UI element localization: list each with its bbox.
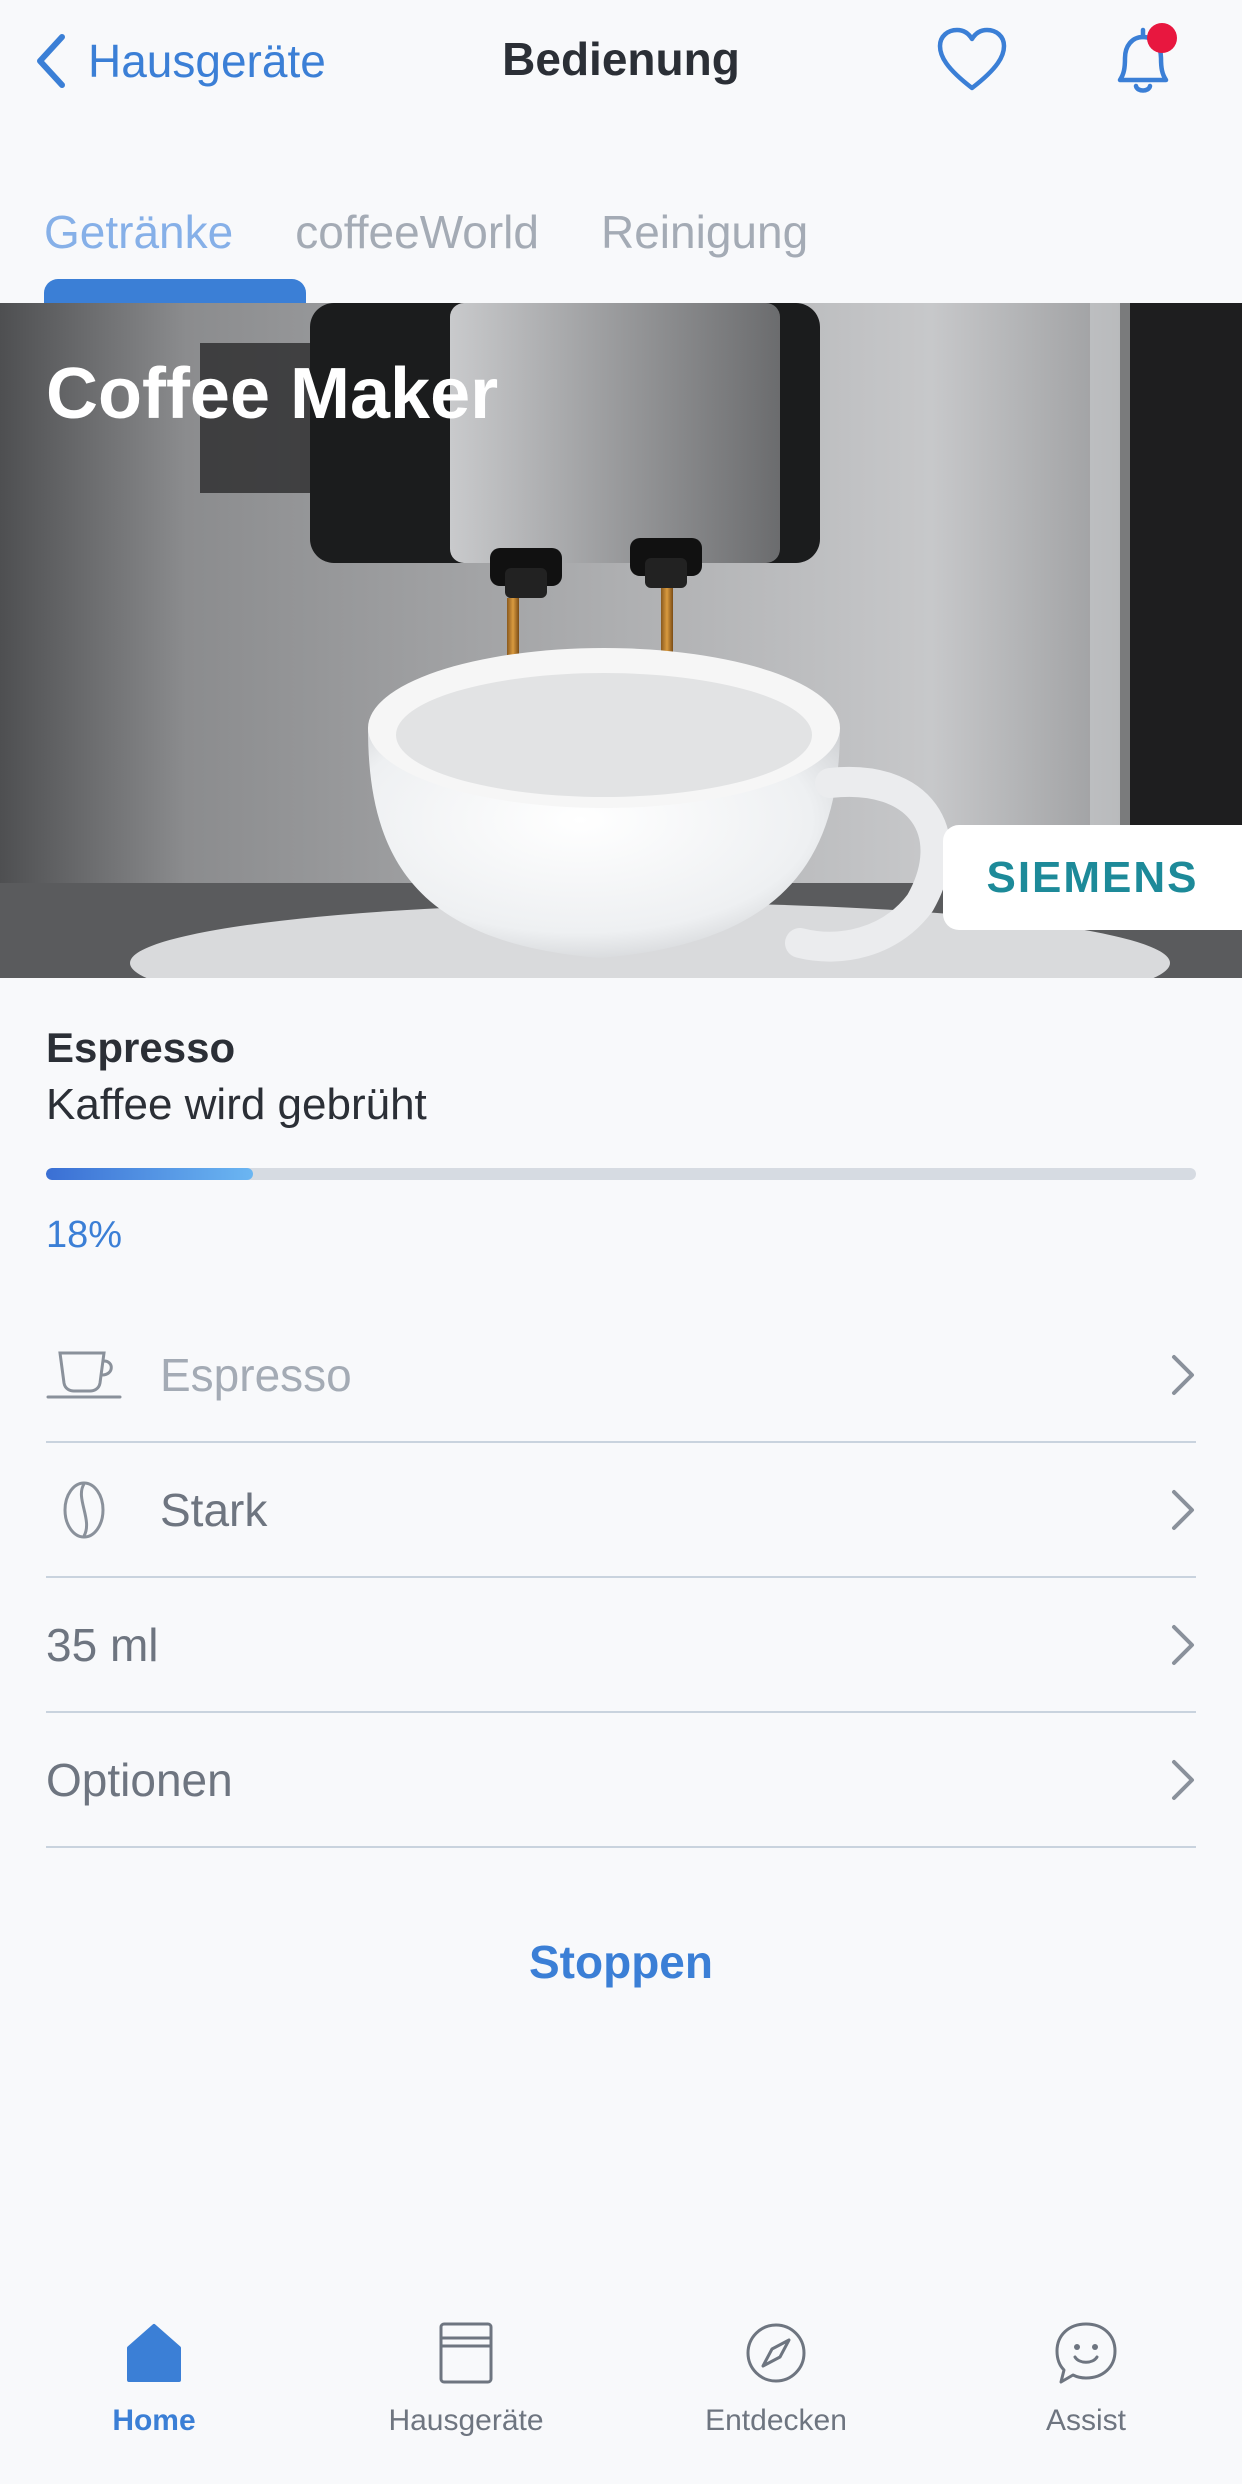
progress-bar bbox=[46, 1168, 1196, 1180]
nav-label: Assist bbox=[1045, 2404, 1126, 2437]
bottom-navigation: Home Hausgeräte Entdecken Assist bbox=[0, 2300, 1242, 2484]
coffee-bean-icon bbox=[46, 1480, 122, 1540]
top-bar: Hausgeräte Bedienung bbox=[0, 0, 1242, 130]
heart-icon[interactable] bbox=[936, 26, 1008, 94]
nav-label: Hausgeräte bbox=[388, 2404, 544, 2437]
setting-label: Espresso bbox=[160, 1348, 352, 1401]
notification-bell-icon[interactable] bbox=[1108, 22, 1178, 102]
chevron-left-icon bbox=[37, 34, 65, 88]
nav-label: Entdecken bbox=[705, 2404, 847, 2437]
progress-bar-fill bbox=[46, 1168, 253, 1180]
back-label: Hausgeräte bbox=[88, 35, 326, 87]
setting-label: Stark bbox=[160, 1483, 268, 1536]
program-name: Espresso bbox=[46, 1024, 236, 1071]
setting-row-strength[interactable]: Stark bbox=[46, 1443, 1196, 1578]
nav-hausgeraete[interactable]: Hausgeräte bbox=[356, 2320, 576, 2438]
nav-label: Home bbox=[112, 2404, 196, 2437]
nav-entdecken[interactable]: Entdecken bbox=[666, 2320, 886, 2438]
settings-list: Espresso Stark 35 ml Optionen bbox=[46, 1308, 1196, 1848]
setting-label: 35 ml bbox=[46, 1618, 159, 1671]
back-button[interactable]: Hausgeräte bbox=[34, 30, 326, 92]
chevron-right-icon bbox=[1172, 1489, 1194, 1530]
hero-image: Coffee Maker SIEMENS bbox=[0, 303, 1242, 978]
notification-dot bbox=[1147, 23, 1177, 53]
nav-home[interactable]: Home bbox=[44, 2320, 264, 2438]
program-status: Kaffee wird gebrüht bbox=[46, 1080, 427, 1129]
cup-icon bbox=[46, 1345, 122, 1405]
appliance-name: Coffee Maker bbox=[46, 354, 499, 434]
brand-logo: SIEMENS bbox=[943, 825, 1242, 930]
setting-row-beverage[interactable]: Espresso bbox=[46, 1308, 1196, 1443]
tab-coffeeworld[interactable]: coffeeWorld bbox=[295, 205, 539, 301]
home-icon bbox=[127, 2324, 181, 2382]
page-title: Bedienung bbox=[502, 33, 740, 85]
assist-chat-icon bbox=[1055, 2322, 1117, 2384]
nav-assist[interactable]: Assist bbox=[976, 2320, 1196, 2438]
appliance-icon bbox=[439, 2322, 493, 2384]
stop-button[interactable]: Stoppen bbox=[529, 1936, 713, 1988]
tab-reinigung[interactable]: Reinigung bbox=[601, 205, 808, 301]
active-tab-indicator bbox=[44, 279, 306, 303]
progress-percent: 18% bbox=[46, 1214, 123, 1256]
chevron-right-icon bbox=[1172, 1624, 1194, 1665]
chevron-right-icon bbox=[1172, 1354, 1194, 1395]
compass-icon bbox=[746, 2323, 806, 2383]
chevron-right-icon bbox=[1172, 1759, 1194, 1800]
setting-label: Optionen bbox=[46, 1753, 233, 1806]
setting-row-volume[interactable]: 35 ml bbox=[46, 1578, 1196, 1713]
setting-row-options[interactable]: Optionen bbox=[46, 1713, 1196, 1848]
